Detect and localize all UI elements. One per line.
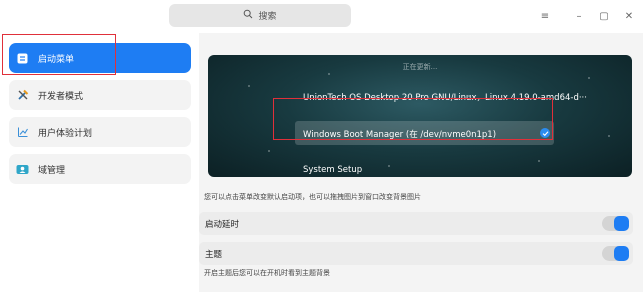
boot-delay-label: 启动延时 bbox=[205, 219, 240, 230]
search-box[interactable]: 搜索 bbox=[169, 4, 351, 27]
sidebar-item-user-experience[interactable]: 用户体验计划 bbox=[9, 117, 191, 147]
boot-delay-toggle[interactable] bbox=[602, 216, 629, 231]
boot-entry[interactable]: System Setup bbox=[303, 165, 362, 175]
developer-tools-icon bbox=[16, 89, 29, 102]
boot-delay-row: 启动延时 bbox=[199, 212, 633, 235]
theme-toggle[interactable] bbox=[602, 246, 629, 261]
sidebar-item-label: 域管理 bbox=[38, 165, 66, 176]
boot-menu-hint: 您可以点击菜单改变默认启动项，也可以拖拽图片到窗口改变背景图片 bbox=[204, 193, 421, 201]
sidebar-item-developer-mode[interactable]: 开发者模式 bbox=[9, 80, 191, 110]
sidebar-item-label: 用户体验计划 bbox=[38, 128, 93, 139]
sidebar-item-boot-menu[interactable]: 启动菜单 bbox=[9, 43, 191, 73]
domain-management-icon bbox=[16, 163, 29, 176]
title-bar: 搜索 ≡ – ▢ ✕ bbox=[0, 0, 643, 33]
maximize-icon[interactable]: ▢ bbox=[597, 9, 611, 23]
search-icon bbox=[243, 9, 253, 22]
sidebar-item-label: 启动菜单 bbox=[38, 54, 75, 65]
boot-menu-icon bbox=[16, 52, 29, 65]
check-icon bbox=[540, 128, 550, 138]
menu-icon[interactable]: ≡ bbox=[538, 9, 552, 23]
boot-menu-status: 正在更新... bbox=[402, 63, 438, 71]
theme-row: 主题 bbox=[199, 242, 633, 265]
minimize-icon[interactable]: – bbox=[572, 9, 586, 23]
user-experience-icon bbox=[16, 126, 29, 139]
sidebar-item-domain-management[interactable]: 域管理 bbox=[9, 154, 191, 184]
search-label: 搜索 bbox=[258, 12, 277, 22]
boot-entry[interactable]: UnionTech OS Desktop 20 Pro GNU/Linux，Li… bbox=[303, 91, 587, 103]
sidebar: 启动菜单 开发者模式 用户体验计划 域管理 bbox=[0, 33, 199, 292]
theme-hint: 开启主题后您可以在开机时看到主题背景 bbox=[204, 269, 330, 277]
close-icon[interactable]: ✕ bbox=[622, 9, 636, 23]
boot-menu-preview[interactable]: 正在更新... UnionTech OS Desktop 20 Pro GNU/… bbox=[208, 55, 632, 177]
boot-entry-selected[interactable]: Windows Boot Manager (在 /dev/nvme0n1p1) bbox=[303, 128, 496, 140]
theme-label: 主题 bbox=[205, 249, 223, 260]
sidebar-item-label: 开发者模式 bbox=[38, 91, 84, 102]
